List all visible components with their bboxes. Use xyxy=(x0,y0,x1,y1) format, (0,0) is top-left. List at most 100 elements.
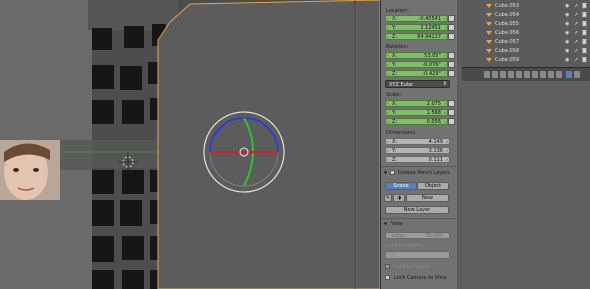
lock-icon[interactable] xyxy=(448,61,455,68)
mesh-icon xyxy=(486,31,492,35)
view-title: View xyxy=(391,221,403,227)
camera-icon[interactable]: ◙ xyxy=(582,21,587,27)
list-item[interactable]: Cube.054 ◉ ➚ ◙ xyxy=(462,11,590,19)
modifiers-icon[interactable] xyxy=(532,71,538,78)
cursor-icon[interactable]: ➚ xyxy=(574,39,578,45)
lock-icon[interactable] xyxy=(448,109,455,116)
cursor-icon[interactable]: ➚ xyxy=(574,48,578,54)
3d-viewport[interactable] xyxy=(0,0,380,289)
location-y-field[interactable]: ‹ Y: 2.12451 › xyxy=(385,24,448,31)
list-item[interactable]: Cube.053 ◉ ➚ ◙ xyxy=(462,2,590,10)
pencil-icon[interactable]: ✎ xyxy=(384,194,392,202)
particles-icon[interactable] xyxy=(566,71,572,78)
rotation-label: Rotation: xyxy=(386,44,409,50)
lock-icon[interactable] xyxy=(448,33,455,40)
camera-icon[interactable]: ◙ xyxy=(582,12,587,18)
mesh-icon xyxy=(486,4,492,8)
scale-z-field[interactable]: ‹ Z: 0.056 › xyxy=(385,118,448,125)
world-icon[interactable] xyxy=(508,71,514,78)
eye-icon[interactable]: ◉ xyxy=(565,39,569,45)
dimensions-z-field[interactable]: ‹ Z: 0.111 › xyxy=(385,156,450,163)
rotation-y-field[interactable]: ‹ Y: -0.076° › xyxy=(385,61,448,68)
object-icon: ▢ xyxy=(389,252,394,258)
lock-to-cursor-checkbox[interactable] xyxy=(385,264,390,269)
location-x-field[interactable]: ‹ X: -0.40541 › xyxy=(385,15,448,22)
texture-icon[interactable] xyxy=(556,71,562,78)
new-layer-button[interactable]: New Layer xyxy=(385,206,449,214)
expand-triangle-icon[interactable]: ▼ xyxy=(384,170,387,175)
viewport-scene xyxy=(0,0,380,289)
mesh-icon xyxy=(486,49,492,53)
cursor-icon[interactable]: ➚ xyxy=(574,12,578,18)
camera-icon[interactable]: ◙ xyxy=(582,30,587,36)
rotation-mode-dropdown[interactable]: XYZ Euler ⇕ xyxy=(385,80,450,88)
dimensions-label: Dimensions: xyxy=(386,130,417,136)
camera-icon[interactable]: ◙ xyxy=(582,57,587,63)
camera-icon[interactable]: ◙ xyxy=(582,39,587,45)
lock-camera-label: Lock Camera to View xyxy=(394,275,447,281)
dropdown-arrow-icon: ⇕ xyxy=(442,81,447,87)
scale-y-field[interactable]: ‹ Y: 1.568 › xyxy=(385,109,448,116)
object-icon[interactable] xyxy=(516,71,522,78)
divider xyxy=(381,218,456,219)
lock-to-object-field[interactable]: ▢ xyxy=(385,251,450,259)
selected-plane xyxy=(157,0,380,289)
list-item[interactable]: Cube.059 ◉ ➚ ◙ xyxy=(462,56,590,64)
lock-icon[interactable] xyxy=(448,15,455,22)
outliner: Cube.053 ◉ ➚ ◙ Cube.054 ◉ ➚ ◙ Cube.055 ◉ ➚ ◙ Cube… xyxy=(462,0,590,67)
dimensions-x-field[interactable]: ‹ X: 4.149 › xyxy=(385,138,450,145)
grease-pencil-checkbox[interactable] xyxy=(390,170,395,175)
face-image xyxy=(0,140,60,200)
location-z-field[interactable]: ‹ Z: 84.94117 › xyxy=(385,33,448,40)
scale-x-field[interactable]: ‹ X: 2.075 › xyxy=(385,100,448,107)
physics-icon[interactable] xyxy=(574,71,580,78)
cursor-icon[interactable]: ➚ xyxy=(574,57,578,63)
eye-icon[interactable]: ◉ xyxy=(565,57,569,63)
lock-to-object-label: Lock to Object: xyxy=(386,243,424,249)
lock-icon[interactable] xyxy=(448,24,455,31)
lock-icon[interactable] xyxy=(448,100,455,107)
eye-icon[interactable]: ◉ xyxy=(565,12,569,18)
eye-icon[interactable]: ◉ xyxy=(565,21,569,27)
expand-triangle-icon[interactable]: ▼ xyxy=(384,221,387,226)
list-item[interactable]: Cube.057 ◉ ➚ ◙ xyxy=(462,38,590,46)
blender-window: Location: ‹ X: -0.40541 › ‹ Y: 2.12451 › ‹ Z: 84… xyxy=(0,0,590,289)
list-item[interactable]: Cube.058 ◉ ➚ ◙ xyxy=(462,47,590,55)
eye-icon[interactable]: ◉ xyxy=(565,30,569,36)
lens-field[interactable]: Lens: 35.000 xyxy=(385,232,450,239)
lock-to-cursor-label: Lock to Cursor xyxy=(394,264,431,270)
eye-icon[interactable]: ◉ xyxy=(565,48,569,54)
tab-object[interactable]: Object xyxy=(417,182,449,190)
list-item[interactable]: Cube.056 ◉ ➚ ◙ xyxy=(462,29,590,37)
render-layers-icon[interactable] xyxy=(492,71,498,78)
mesh-icon xyxy=(486,58,492,62)
cursor-icon[interactable]: ➚ xyxy=(574,21,578,27)
lock-icon[interactable] xyxy=(448,52,455,59)
scene-icon[interactable] xyxy=(500,71,506,78)
render-icon[interactable] xyxy=(484,71,490,78)
new-button[interactable]: New xyxy=(406,194,449,202)
location-label: Location: xyxy=(386,8,409,14)
cursor-icon[interactable]: ➚ xyxy=(574,3,578,9)
lock-icon[interactable] xyxy=(448,70,455,77)
divider xyxy=(381,166,456,167)
material-icon[interactable] xyxy=(548,71,554,78)
camera-icon[interactable]: ◙ xyxy=(582,48,587,54)
eye-icon[interactable]: ◉ xyxy=(565,3,569,9)
mesh-icon xyxy=(486,22,492,26)
list-item[interactable]: Cube.055 ◉ ➚ ◙ xyxy=(462,20,590,28)
properties-header xyxy=(462,67,590,82)
mesh-icon xyxy=(486,13,492,17)
mesh-icon xyxy=(486,40,492,44)
rotation-x-field[interactable]: ‹ X: 53.05° › xyxy=(385,52,448,59)
sketch-settings-icon[interactable]: ◑ xyxy=(393,194,405,202)
data-icon[interactable] xyxy=(540,71,546,78)
lock-icon[interactable] xyxy=(448,118,455,125)
tab-scene[interactable]: Scene xyxy=(385,182,417,190)
camera-icon[interactable]: ◙ xyxy=(582,3,587,9)
rotation-z-field[interactable]: ‹ Z: -0.429° › xyxy=(385,70,448,77)
dimensions-y-field[interactable]: ‹ Y: 3.136 › xyxy=(385,147,450,154)
constraints-icon[interactable] xyxy=(524,71,530,78)
lock-camera-checkbox[interactable] xyxy=(385,275,390,280)
cursor-icon[interactable]: ➚ xyxy=(574,30,578,36)
